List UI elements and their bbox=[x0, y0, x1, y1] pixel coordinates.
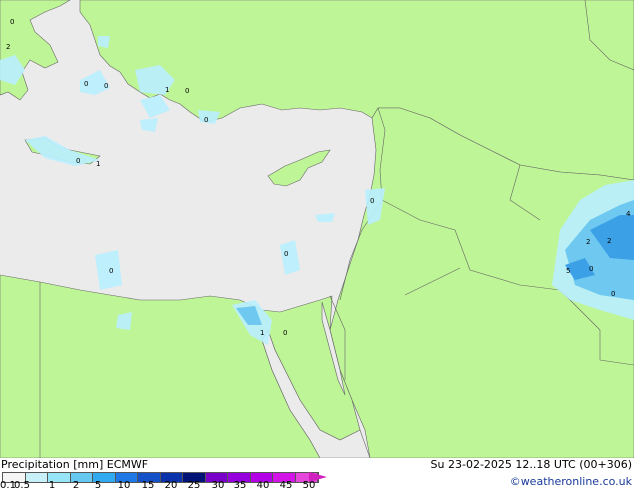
precip-label: 0 bbox=[611, 290, 615, 298]
precip-label: 0 bbox=[284, 250, 288, 258]
legend-footer: Precipitation [mm] ECMWF Su 23-02-2025 1… bbox=[0, 458, 634, 491]
precip-label: 0 bbox=[370, 197, 374, 205]
precip-label: 0 bbox=[109, 267, 113, 275]
map-title: Precipitation [mm] ECMWF bbox=[1, 458, 149, 471]
precip-label: 0 bbox=[76, 157, 80, 165]
scale-tick-label: 20 bbox=[164, 480, 178, 491]
precip-label: 1 bbox=[165, 86, 169, 94]
scale-tick-label: 50 bbox=[302, 480, 316, 491]
scale-tick-label: 15 bbox=[141, 480, 155, 491]
credit-link[interactable]: ©weatheronline.co.uk bbox=[510, 475, 632, 488]
scale-tick-label: 2 bbox=[72, 480, 80, 491]
scale-tick-label: 35 bbox=[233, 480, 247, 491]
precip-label: 0 bbox=[104, 82, 108, 90]
scale-tick-label: 40 bbox=[256, 480, 270, 491]
precip-label: 5 bbox=[566, 267, 570, 275]
precip-label: 0 bbox=[10, 18, 14, 26]
precip-label: 0 bbox=[204, 116, 208, 124]
scale-tick-label: 1 bbox=[48, 480, 56, 491]
scale-tick-label: 30 bbox=[211, 480, 225, 491]
precip-label: 0 bbox=[185, 87, 189, 95]
precip-label: 0 bbox=[84, 80, 88, 88]
scale-tick-label: 45 bbox=[279, 480, 293, 491]
precip-label: 2 bbox=[607, 237, 611, 245]
precip-label: 2 bbox=[6, 43, 10, 51]
map-svg: 0 2 0 0 1 0 0 0 1 0 0 0 1 0 4 2 2 5 0 0 bbox=[0, 0, 634, 459]
precip-label: 4 bbox=[626, 210, 631, 218]
precip-label: 0 bbox=[589, 265, 593, 273]
precip-label: 0 bbox=[283, 329, 287, 337]
scale-tick-label: 5 bbox=[94, 480, 102, 491]
scale-tick-label: 0.5 bbox=[14, 480, 30, 491]
precip-label: 1 bbox=[260, 329, 264, 337]
precip-label: 1 bbox=[96, 160, 100, 168]
scale-tick-label: 25 bbox=[187, 480, 201, 491]
forecast-timestamp: Su 23-02-2025 12..18 UTC (00+306) bbox=[430, 458, 632, 471]
precip-label: 2 bbox=[586, 238, 590, 246]
precipitation-map: 0 2 0 0 1 0 0 0 1 0 0 0 1 0 4 2 2 5 0 0 bbox=[0, 0, 634, 459]
scale-tick-label: 10 bbox=[117, 480, 131, 491]
